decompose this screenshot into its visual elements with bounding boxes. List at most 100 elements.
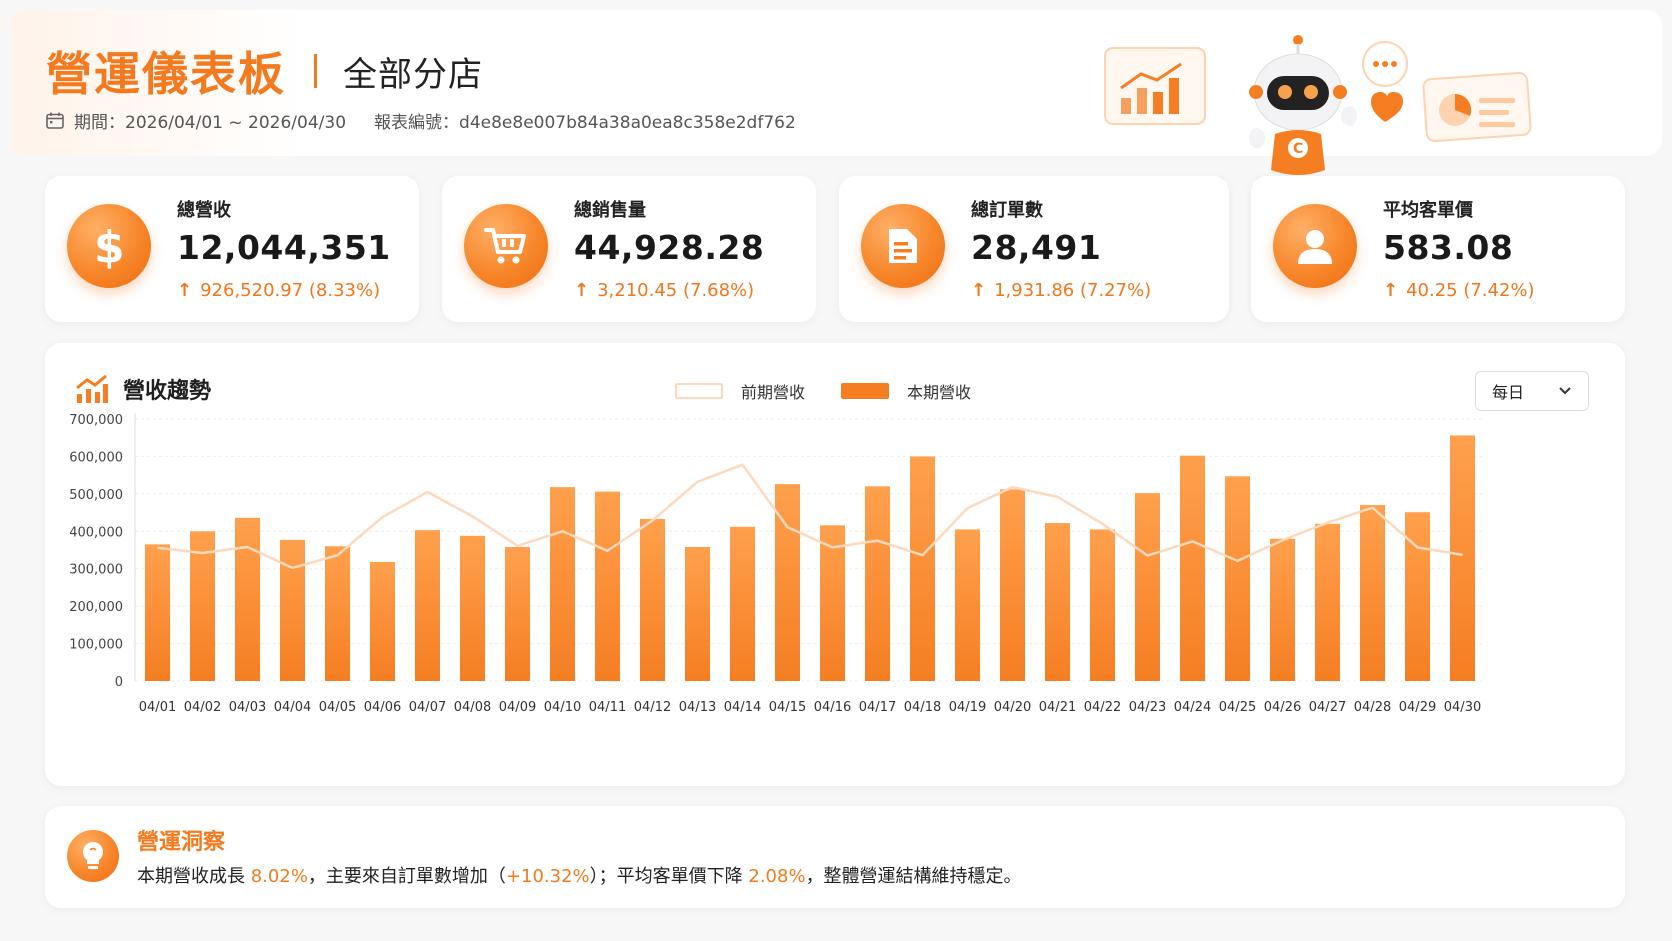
x-tick-label: 04/25	[1219, 700, 1256, 715]
bar-04-20[interactable]	[1000, 489, 1025, 681]
bar-04-01[interactable]	[145, 544, 170, 681]
insight-highlight: 2.08%	[748, 866, 806, 887]
bar-04-13[interactable]	[685, 547, 710, 681]
chat-bubble-icon	[1362, 41, 1408, 87]
legend-label-cur: 本期營收	[907, 383, 972, 402]
title-row: 營運儀表板 全部分店	[46, 38, 483, 104]
bar-04-24[interactable]	[1180, 455, 1205, 681]
x-tick-label: 04/27	[1309, 700, 1346, 715]
insight-card: 營運洞察 本期營收成長 8.02%，主要來自訂單數增加（+10.32%）；平均客…	[45, 806, 1625, 908]
bar-04-21[interactable]	[1045, 523, 1070, 681]
bar-04-25[interactable]	[1225, 476, 1250, 681]
bar-04-05[interactable]	[325, 546, 350, 681]
meta-row: 期間：2026/04/01 ~ 2026/04/30 報表編號：d4e8e8e0…	[46, 108, 796, 133]
page-title: 營運儀表板	[46, 47, 286, 101]
x-tick-label: 04/07	[409, 700, 446, 715]
trend-chart-icon	[76, 374, 108, 403]
kpi-card-revenue: $ 總營收 12,044,351 ↑ 926,520.97 (8.33%)	[45, 176, 419, 322]
x-tick-label: 04/24	[1174, 700, 1211, 715]
title-divider	[314, 54, 317, 88]
x-tick-label: 04/06	[364, 700, 401, 715]
bar-04-22[interactable]	[1090, 529, 1115, 681]
revenue-trend-card: 700,000 600,000 500,000 400,000 300,000 200,0…	[45, 343, 1625, 786]
y-tick-label: 500,000	[69, 488, 123, 503]
x-tick-label: 04/20	[994, 700, 1031, 715]
bar-04-11[interactable]	[595, 491, 620, 681]
bar-04-06[interactable]	[370, 561, 395, 681]
kpi-label: 總營收	[177, 200, 231, 221]
kpi-card-avg-order-value: 平均客單價 583.08 ↑ 40.25 (7.42%)	[1251, 176, 1625, 322]
bar-04-26[interactable]	[1270, 538, 1295, 681]
chevron-down-icon	[1559, 387, 1571, 395]
arrow-up-icon: ↑	[971, 280, 987, 301]
x-tick-label: 04/17	[859, 700, 896, 715]
kpi-delta: ↑ 1,931.86 (7.27%)	[971, 280, 1152, 301]
x-tick-label: 04/11	[589, 700, 626, 715]
bar-04-19[interactable]	[955, 529, 980, 681]
heart-icon	[1371, 92, 1403, 122]
cart-icon	[464, 204, 548, 288]
dollar-icon: $	[67, 204, 151, 288]
pie-chart-card-icon	[1422, 71, 1532, 143]
legend-label-prev: 前期營收	[741, 383, 806, 402]
lightbulb-icon	[67, 830, 119, 882]
chart-title: 營收趨勢	[75, 373, 211, 405]
granularity-value: 每日	[1492, 383, 1525, 402]
x-tick-label: 04/29	[1399, 700, 1436, 715]
y-tick-label: 200,000	[69, 600, 123, 615]
kpi-delta: ↑ 40.25 (7.42%)	[1383, 280, 1535, 301]
bar-04-07[interactable]	[415, 530, 440, 681]
kpi-delta: ↑ 3,210.45 (7.68%)	[574, 280, 755, 301]
x-tick-label: 04/26	[1264, 700, 1301, 715]
x-tick-label: 04/15	[769, 700, 806, 715]
insight-text: 本期營收成長 8.02%，主要來自訂單數增加（+10.32%）；平均客單價下降 …	[137, 866, 1022, 887]
kpi-delta: ↑ 926,520.97 (8.33%)	[177, 280, 381, 301]
kpi-label: 總銷售量	[574, 200, 646, 221]
bar-04-08[interactable]	[460, 535, 485, 681]
bar-04-18[interactable]	[910, 456, 935, 681]
x-tick-label: 04/03	[229, 700, 266, 715]
x-tick-label: 04/28	[1354, 700, 1391, 715]
x-tick-label: 04/02	[184, 700, 221, 715]
x-tick-label: 04/30	[1444, 700, 1481, 715]
svg-text:$: $	[94, 222, 125, 270]
insight-highlight: +10.32%	[505, 866, 590, 887]
y-tick-label: 700,000	[69, 413, 123, 428]
bar-04-29[interactable]	[1405, 512, 1430, 681]
bar-04-04[interactable]	[280, 539, 305, 681]
x-tick-label: 04/04	[274, 700, 311, 715]
x-tick-label: 04/01	[139, 700, 176, 715]
report-id: 報表編號：d4e8e8e007b84a38a0ea8c358e2df762	[374, 113, 796, 133]
x-tick-label: 04/18	[904, 700, 941, 715]
period-label: 期間：2026/04/01 ~ 2026/04/30	[74, 113, 347, 133]
x-tick-label: 04/16	[814, 700, 851, 715]
x-tick-label: 04/22	[1084, 700, 1121, 715]
bar-04-30[interactable]	[1450, 435, 1475, 681]
bar-chart-card-icon	[1104, 47, 1206, 125]
bar-04-23[interactable]	[1135, 493, 1160, 681]
arrow-up-icon: ↑	[1383, 280, 1399, 301]
user-icon	[1273, 204, 1357, 288]
bar-04-27[interactable]	[1315, 523, 1340, 681]
kpi-label: 平均客單價	[1383, 200, 1473, 221]
bar-04-12[interactable]	[640, 518, 665, 681]
x-tick-label: 04/10	[544, 700, 581, 715]
x-tick-label: 04/13	[679, 700, 716, 715]
legend-swatch-cur	[841, 383, 890, 399]
x-tick-label: 04/05	[319, 700, 356, 715]
calendar-icon	[46, 112, 64, 129]
bar-04-28[interactable]	[1360, 505, 1385, 681]
granularity-select[interactable]: 每日	[1475, 371, 1589, 411]
x-tick-label: 04/12	[634, 700, 671, 715]
y-tick-label: 100,000	[69, 638, 123, 653]
y-tick-label: 300,000	[69, 563, 123, 578]
bar-04-14[interactable]	[730, 526, 755, 681]
x-tick-label: 04/23	[1129, 700, 1166, 715]
bar-04-09[interactable]	[505, 547, 530, 681]
kpi-card-orders: 總訂單數 28,491 ↑ 1,931.86 (7.27%)	[839, 176, 1229, 322]
chart-legend: 前期營收 本期營收	[675, 379, 971, 403]
bar-04-16[interactable]	[820, 525, 845, 681]
bar-04-10[interactable]	[550, 487, 575, 681]
bar-04-17[interactable]	[865, 486, 890, 681]
bar-04-03[interactable]	[235, 517, 260, 681]
